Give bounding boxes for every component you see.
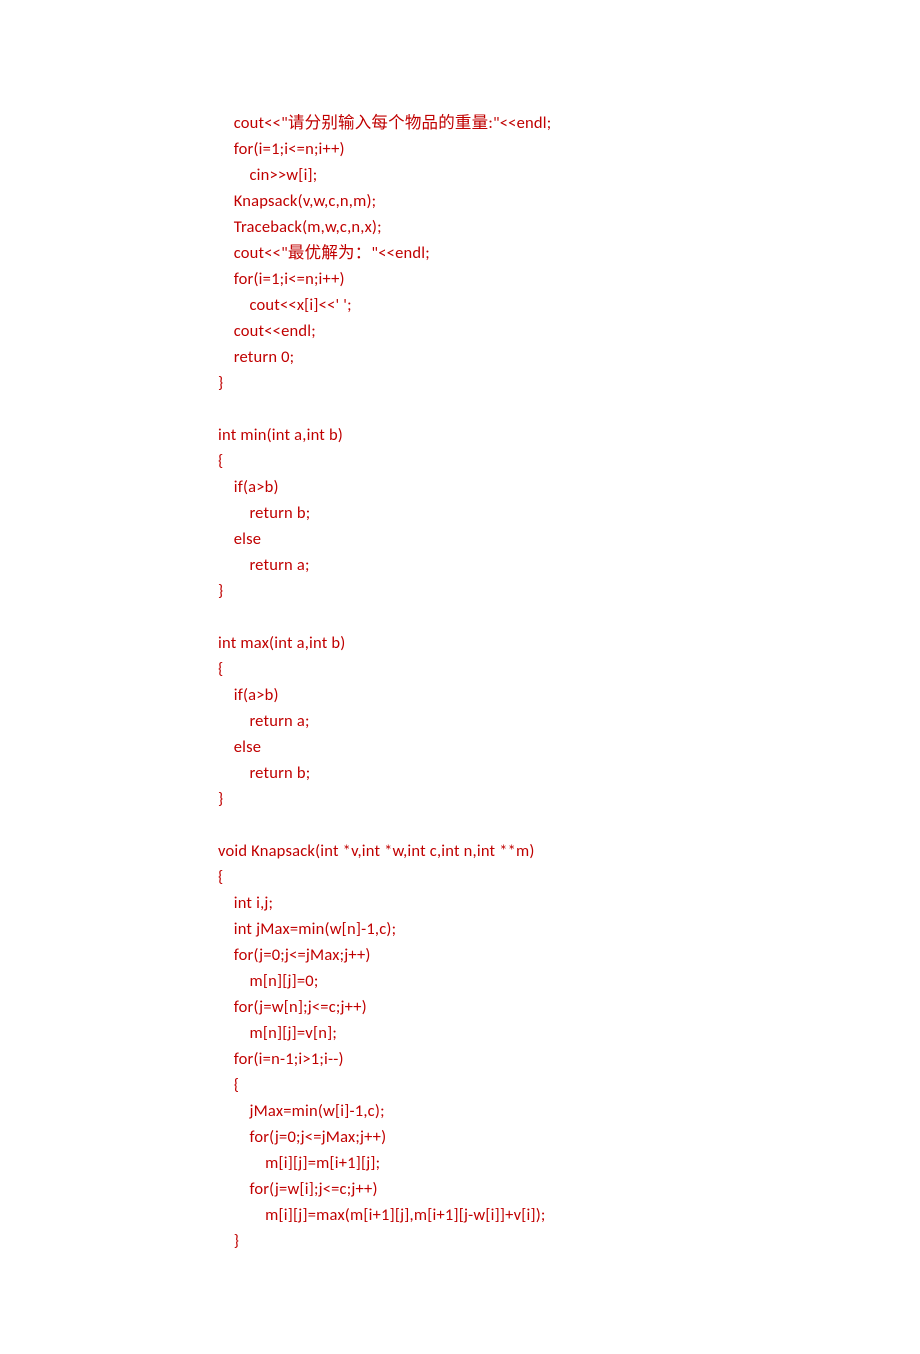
code-line: } (218, 578, 920, 604)
code-page: cout<<"请分别输入每个物品的重量:"<<endl; for(i=1;i<=… (0, 0, 920, 1354)
code-line: m[n][j]=v[n]; (218, 1020, 920, 1046)
code-line: return 0; (218, 344, 920, 370)
code-line: cout<<endl; (218, 318, 920, 344)
code-line: } (218, 786, 920, 812)
code-line: m[i][j]=m[i+1][j]; (218, 1150, 920, 1176)
code-line: int jMax=min(w[n]-1,c); (218, 916, 920, 942)
code-line: } (218, 1228, 920, 1254)
code-line: for(i=n-1;i>1;i--) (218, 1046, 920, 1072)
code-line: jMax=min(w[i]-1,c); (218, 1098, 920, 1124)
code-line: if(a>b) (218, 474, 920, 500)
code-line: for(j=0;j<=jMax;j++) (218, 942, 920, 968)
code-line: Knapsack(v,w,c,n,m); (218, 188, 920, 214)
code-line (218, 396, 920, 422)
code-line: for(i=1;i<=n;i++) (218, 266, 920, 292)
code-line: cout<<"最优解为："<<endl; (218, 240, 920, 266)
code-line: else (218, 734, 920, 760)
code-line (218, 812, 920, 838)
code-line: { (218, 864, 920, 890)
code-line: return a; (218, 708, 920, 734)
code-line: int min(int a,int b) (218, 422, 920, 448)
code-line: for(j=w[n];j<=c;j++) (218, 994, 920, 1020)
code-line: for(i=1;i<=n;i++) (218, 136, 920, 162)
code-line (218, 604, 920, 630)
code-line: int i,j; (218, 890, 920, 916)
code-line: m[i][j]=max(m[i+1][j],m[i+1][j-w[i]]+v[i… (218, 1202, 920, 1228)
code-line: m[n][j]=0; (218, 968, 920, 994)
code-line: cin>>w[i]; (218, 162, 920, 188)
code-line: { (218, 656, 920, 682)
code-line: cout<<"请分别输入每个物品的重量:"<<endl; (218, 110, 920, 136)
code-line: for(j=0;j<=jMax;j++) (218, 1124, 920, 1150)
code-line: Traceback(m,w,c,n,x); (218, 214, 920, 240)
code-line: else (218, 526, 920, 552)
code-line: { (218, 448, 920, 474)
code-line: return b; (218, 760, 920, 786)
code-line: if(a>b) (218, 682, 920, 708)
code-line: return b; (218, 500, 920, 526)
code-line: { (218, 1072, 920, 1098)
code-block: cout<<"请分别输入每个物品的重量:"<<endl; for(i=1;i<=… (218, 110, 920, 1254)
code-line: } (218, 370, 920, 396)
code-line: return a; (218, 552, 920, 578)
code-line: for(j=w[i];j<=c;j++) (218, 1176, 920, 1202)
code-line: void Knapsack(int *v,int *w,int c,int n,… (218, 838, 920, 864)
code-line: int max(int a,int b) (218, 630, 920, 656)
code-line: cout<<x[i]<<' '; (218, 292, 920, 318)
